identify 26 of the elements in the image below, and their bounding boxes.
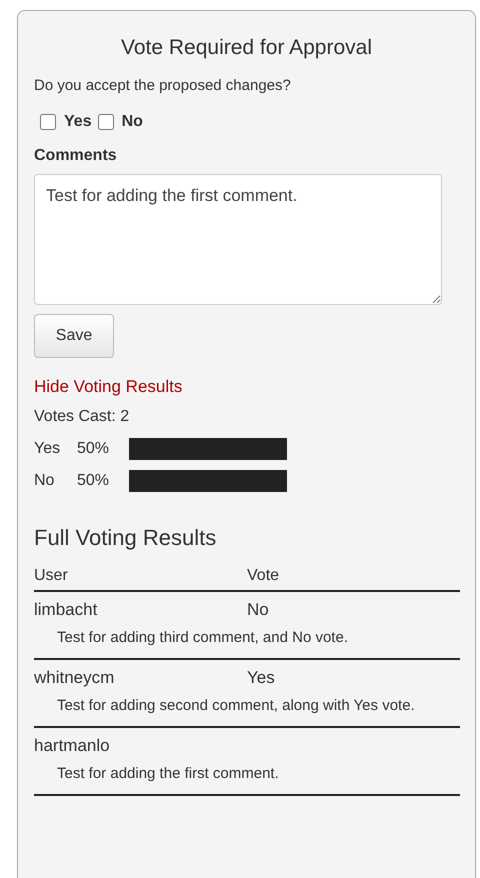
save-button[interactable]: Save xyxy=(34,314,114,358)
section-heading: Full Voting Results xyxy=(34,524,218,552)
option-label: No xyxy=(122,112,143,132)
column-header: Vote xyxy=(247,566,280,586)
result-label: No xyxy=(34,471,56,491)
comments-label: Comments xyxy=(34,146,118,166)
user-cell-text: hartmanlo xyxy=(34,735,110,758)
comment-text: Test for adding the first comment. xyxy=(56,764,280,784)
comment-text: Test for adding third comment, and No vote. xyxy=(56,628,349,648)
user-cell-text: whitneycm xyxy=(34,667,114,690)
result-label: Yes xyxy=(34,439,62,459)
user-cell-text: limbacht xyxy=(34,599,98,622)
comment-text: Test for adding second comment, along with Yes vote. xyxy=(56,696,416,716)
panel-title: Vote Required for Approval xyxy=(120,35,373,61)
column-header: User xyxy=(34,566,68,586)
option-label: Yes xyxy=(64,112,92,132)
comments-field[interactable]: Test for adding the first comment. xyxy=(34,174,442,304)
hide-results-link[interactable]: Hide Voting Results xyxy=(34,374,182,399)
vote-cell-text: Yes xyxy=(247,667,275,690)
vote-cell-text: No xyxy=(247,599,269,622)
vote-checkbox[interactable] xyxy=(40,114,56,130)
question-text: Do you accept the proposed changes? xyxy=(34,76,292,96)
result-percent: 50% xyxy=(77,471,110,491)
vote-checkbox[interactable] xyxy=(98,114,114,130)
result-percent: 50% xyxy=(77,439,110,459)
votes-cast-text: Votes Cast: 2 xyxy=(34,407,130,427)
